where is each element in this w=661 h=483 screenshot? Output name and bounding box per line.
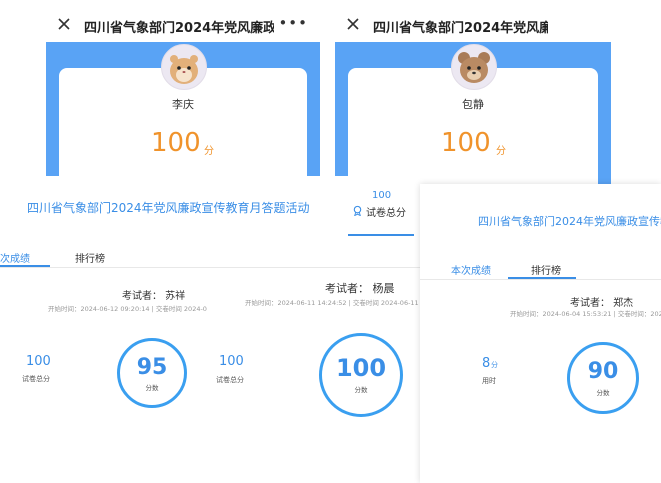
phone-header: 四川省气象部门2024年党风廉政宣… ••• bbox=[46, 8, 320, 42]
used-time-unit: 分 bbox=[491, 361, 498, 369]
tab-ranking[interactable]: 排行榜 bbox=[531, 262, 561, 277]
exam-times: 开始时间：2024-06-12 09:20:14 | 交卷时间 2024-0 bbox=[48, 305, 207, 313]
total-score-tab[interactable]: 100 试卷总分 bbox=[346, 186, 418, 236]
close-icon[interactable] bbox=[345, 16, 361, 32]
exam-times: 开始时间：2024-06-11 14:24:52 | 交卷时间 2024-06-… bbox=[245, 297, 420, 307]
score-ring: 90 分数 bbox=[567, 342, 639, 414]
close-icon[interactable] bbox=[56, 16, 72, 32]
used-time-value: 8 bbox=[482, 356, 491, 371]
score-ring: 95 分数 bbox=[117, 338, 187, 408]
score-unit: 分 bbox=[204, 146, 214, 157]
tab-indicator bbox=[348, 234, 414, 236]
bear-avatar-icon bbox=[458, 52, 490, 83]
examinee-name: 考试者： 苏祥 bbox=[122, 291, 186, 302]
examinee-name: 考试者： 郑杰 bbox=[570, 298, 634, 309]
score-value: 100 bbox=[335, 354, 387, 382]
phone-header: 四川省气象部门2024年党风廉 bbox=[335, 8, 611, 42]
tab-current-score[interactable]: 本次成绩 bbox=[451, 262, 491, 277]
used-time-label: 用时 bbox=[482, 377, 496, 385]
score-ring: 100 分数 bbox=[319, 333, 403, 417]
total-score-label: 试卷总分 bbox=[22, 375, 50, 383]
score-value: 100 bbox=[441, 128, 491, 158]
score-value: 100 bbox=[151, 128, 201, 158]
total-score-value: 100 bbox=[372, 190, 392, 201]
total-score-value: 100 bbox=[26, 354, 51, 369]
score-label: 分数 bbox=[596, 389, 610, 397]
user-name: 李庆 bbox=[172, 98, 194, 111]
activity-title: 四川省气象部门2024年党风廉政宣传教 bbox=[478, 215, 661, 228]
medal-icon bbox=[353, 205, 362, 216]
examinee-name: 考试者： 杨晨 bbox=[325, 282, 395, 295]
exam-result-panel: 四川省气象部门2024年党风廉政宣传教育月答题活动 100 试卷总分 本次成绩 … bbox=[0, 176, 420, 483]
score-value: 90 bbox=[587, 359, 619, 384]
total-score-label: 试卷总分 bbox=[216, 376, 244, 384]
divider bbox=[0, 267, 420, 268]
score-unit: 分 bbox=[496, 146, 506, 157]
avatar bbox=[451, 44, 497, 90]
avatar bbox=[161, 44, 207, 90]
hamster-avatar-icon bbox=[170, 55, 198, 84]
tab-ranking[interactable]: 排行榜 bbox=[75, 250, 105, 265]
page-title: 四川省气象部门2024年党风廉 bbox=[373, 21, 548, 36]
score-label: 分数 bbox=[354, 386, 368, 394]
divider bbox=[420, 279, 661, 280]
activity-title: 四川省气象部门2024年党风廉政宣传教育月答题活动 bbox=[27, 201, 310, 215]
user-name: 包静 bbox=[462, 98, 484, 111]
more-icon[interactable]: ••• bbox=[278, 14, 308, 32]
tab-current-score[interactable]: 本次成绩 bbox=[0, 250, 30, 265]
score-value: 95 bbox=[136, 355, 168, 380]
total-score-value: 100 bbox=[219, 354, 244, 369]
exam-result-panel-right: 四川省气象部门2024年党风廉政宣传教 本次成绩 排行榜 考试者： 郑杰 开始时… bbox=[420, 184, 661, 483]
exam-times: 开始时间：2024-06-04 15:53:21 | 交卷时间：2024-06 bbox=[510, 310, 661, 318]
score-label: 分数 bbox=[145, 384, 159, 392]
page-title: 四川省气象部门2024年党风廉政宣… bbox=[84, 21, 274, 36]
total-score-label: 试卷总分 bbox=[366, 208, 406, 219]
